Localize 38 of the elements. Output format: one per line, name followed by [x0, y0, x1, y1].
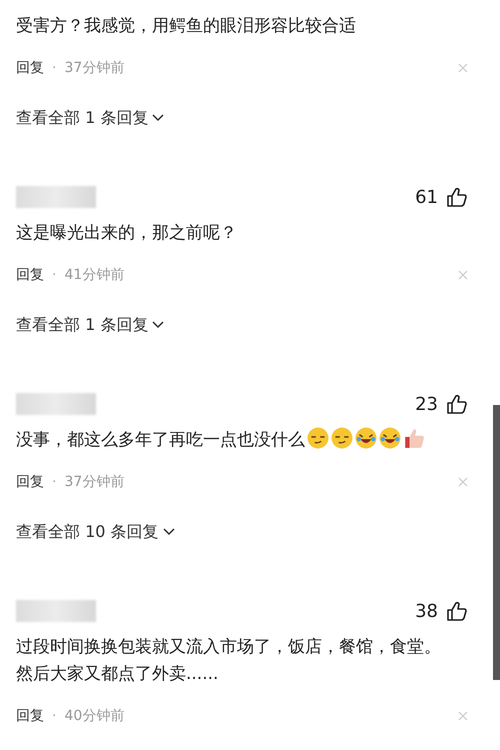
thumbs-up-icon [446, 600, 468, 622]
thumbs-up-icon [446, 393, 468, 415]
separator-dot: · [52, 708, 56, 724]
laughing-face-icon [355, 427, 377, 449]
comment-text: 这是曝光出来的，那之前呢？ [16, 223, 237, 243]
close-icon[interactable] [458, 711, 468, 721]
reply-link[interactable]: 回复 [16, 59, 44, 77]
comment-text: 没事，都这么多年了再吃一点也没什么 [16, 430, 305, 450]
separator-dot: · [52, 267, 56, 283]
thumbs-up-icon [446, 186, 468, 208]
view-replies-link[interactable]: 查看全部 1 条回复 [16, 106, 164, 130]
smirking-face-icon [307, 427, 329, 449]
like-button[interactable]: 38 [415, 600, 468, 622]
thumbs-up-icon [403, 427, 425, 449]
comment-text: 过段时间换换包装就又流入市场了，饭店，餐馆，食堂。然后大家又都点了外卖...... [16, 637, 441, 684]
timestamp: 41分钟前 [64, 266, 124, 284]
laughing-face-icon [379, 427, 401, 449]
timestamp: 37分钟前 [64, 59, 124, 77]
close-icon[interactable] [458, 63, 468, 73]
reply-link[interactable]: 回复 [16, 707, 44, 725]
timestamp: 37分钟前 [64, 473, 124, 491]
reply-link[interactable]: 回复 [16, 266, 44, 284]
close-icon[interactable] [458, 477, 468, 487]
timestamp: 40分钟前 [64, 707, 124, 725]
separator-dot: · [52, 60, 56, 76]
comment-text: 受害方？我感觉，用鳄鱼的眼泪形容比较合适 [16, 16, 356, 36]
separator-dot: · [52, 474, 56, 490]
view-replies-link[interactable]: 查看全部 10 条回复 [16, 520, 175, 544]
chevron-down-icon [152, 321, 164, 329]
close-icon[interactable] [458, 270, 468, 280]
chevron-down-icon [152, 114, 164, 122]
smirking-face-icon [331, 427, 353, 449]
reply-link[interactable]: 回复 [16, 473, 44, 491]
view-replies-link[interactable]: 查看全部 1 条回复 [16, 313, 164, 337]
like-button[interactable]: 61 [415, 186, 468, 208]
like-button[interactable]: 23 [415, 393, 468, 415]
chevron-down-icon [162, 528, 175, 536]
scrollbar[interactable] [493, 405, 500, 680]
